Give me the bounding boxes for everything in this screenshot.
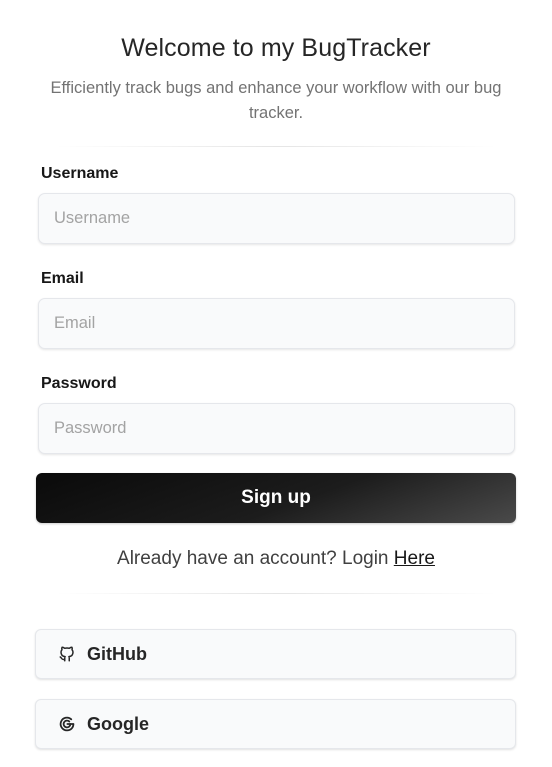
bottom-divider xyxy=(56,593,496,594)
login-prompt: Already have an account? Login Here xyxy=(0,545,552,573)
login-prompt-text: Already have an account? Login xyxy=(117,548,394,569)
signup-page: Welcome to my BugTracker Efficiently tra… xyxy=(0,0,552,767)
github-label: GitHub xyxy=(87,643,147,664)
username-input[interactable] xyxy=(38,193,515,244)
google-label: Google xyxy=(87,713,149,734)
signup-button[interactable]: Sign up xyxy=(36,473,516,523)
signup-form: Username Email Password xyxy=(38,162,515,454)
password-input[interactable] xyxy=(38,403,515,454)
google-icon xyxy=(57,714,77,734)
page-subtitle: Efficiently track bugs and enhance your … xyxy=(50,79,502,122)
google-button[interactable]: Google xyxy=(35,699,516,749)
password-label: Password xyxy=(41,375,117,392)
page-title: Welcome to my BugTracker xyxy=(121,34,431,62)
username-label: Username xyxy=(41,165,119,182)
github-icon xyxy=(57,644,77,664)
github-button[interactable]: GitHub xyxy=(35,629,516,679)
email-input[interactable] xyxy=(38,298,515,349)
top-divider xyxy=(56,146,496,147)
email-label: Email xyxy=(41,270,84,287)
login-here-link[interactable]: Here xyxy=(394,548,435,569)
header: Welcome to my BugTracker Efficiently tra… xyxy=(0,0,552,147)
